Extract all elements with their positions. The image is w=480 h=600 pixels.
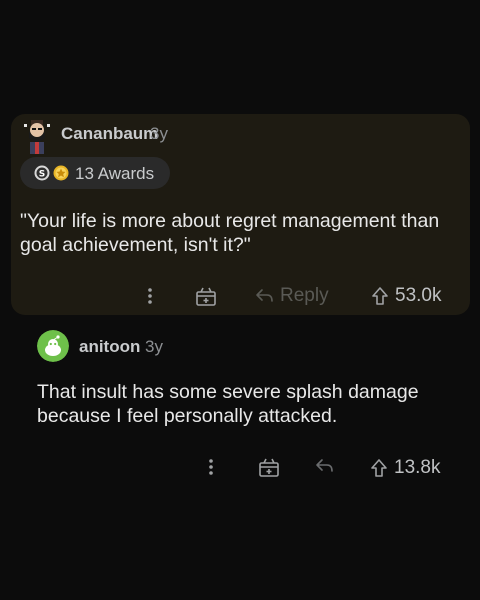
upvote-arrow-icon <box>370 458 388 478</box>
reply-arrow-icon <box>314 457 334 475</box>
gift-award-icon <box>195 286 217 306</box>
comment-body: That insult has some severe splash damag… <box>37 381 419 427</box>
upvote-arrow-icon <box>371 286 389 306</box>
more-options-button[interactable] <box>206 457 216 477</box>
svg-text:S: S <box>39 170 45 180</box>
comment-username[interactable]: Cananbaum <box>61 124 158 144</box>
more-options-icon <box>206 457 216 477</box>
reply-arrow-icon <box>254 287 274 305</box>
comment-age: 3y <box>145 337 163 356</box>
gift-award-icon <box>258 457 280 477</box>
upvote-button[interactable]: 13.8k <box>370 457 440 479</box>
upvote-button[interactable]: 53.0k <box>371 285 441 307</box>
reply-label: Reply <box>280 285 329 306</box>
more-options-button[interactable] <box>145 286 155 306</box>
bearded-character-avatar[interactable] <box>21 120 53 154</box>
gold-award-icon <box>53 165 69 181</box>
vote-count: 53.0k <box>395 285 442 306</box>
awards-pill[interactable]: S 13 Awards <box>20 157 170 189</box>
comment-body: "Your life is more about regret manageme… <box>20 210 440 256</box>
more-options-icon <box>145 286 155 306</box>
silver-award-icon: S <box>34 165 50 181</box>
give-award-button[interactable] <box>195 286 217 306</box>
comment-username[interactable]: anitoon <box>79 337 140 357</box>
comment-age: 3y <box>150 124 168 143</box>
vote-count: 13.8k <box>394 457 441 478</box>
give-award-button[interactable] <box>258 457 280 477</box>
awards-count: 13 Awards <box>75 164 155 183</box>
reply-button[interactable] <box>314 457 334 475</box>
green-snoo-avatar[interactable] <box>37 330 69 362</box>
highlighted-comment: Cananbaum 3y S 13 Awards "Your life is m… <box>11 114 470 315</box>
reply-button[interactable]: Reply <box>254 285 329 307</box>
